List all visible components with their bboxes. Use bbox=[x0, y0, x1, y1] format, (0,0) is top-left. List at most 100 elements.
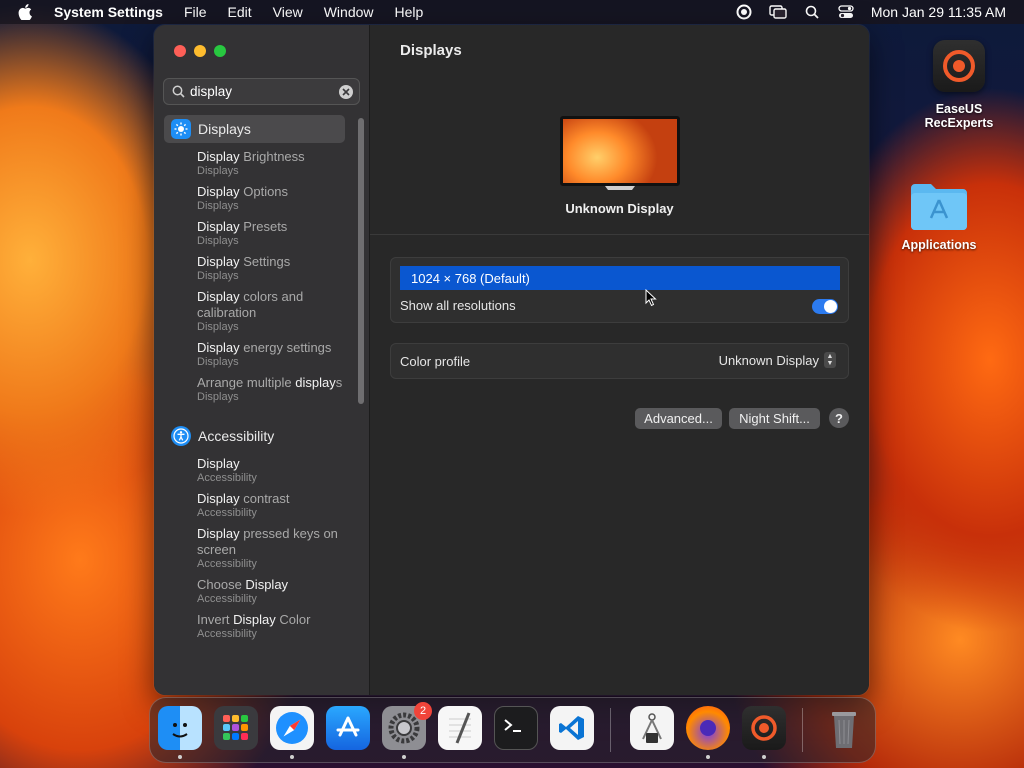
easeus-recexperts-icon bbox=[933, 40, 985, 92]
search-result-item[interactable]: Arrange multiple displays Displays bbox=[154, 375, 354, 404]
result-title-match: Display bbox=[197, 219, 240, 234]
help-button[interactable]: ? bbox=[829, 408, 849, 428]
color-profile-label: Color profile bbox=[400, 354, 471, 369]
control-center-icon[interactable] bbox=[835, 0, 857, 24]
result-title: Display Options bbox=[197, 184, 346, 200]
result-subtitle: Displays bbox=[197, 235, 239, 247]
clear-search-icon[interactable] bbox=[339, 85, 353, 99]
show-all-resolutions-toggle[interactable] bbox=[812, 299, 838, 314]
applications-folder-icon bbox=[909, 180, 969, 232]
dock-launchpad-icon[interactable] bbox=[214, 706, 258, 750]
search-result-item[interactable]: Display Settings Displays bbox=[154, 254, 354, 283]
mouse-cursor-icon bbox=[645, 288, 657, 312]
result-subtitle: Displays bbox=[197, 200, 239, 212]
result-subtitle: Displays bbox=[197, 165, 239, 177]
search-field[interactable] bbox=[163, 78, 360, 105]
result-title-prefix: Arrange multiple bbox=[197, 375, 296, 390]
search-result-item[interactable]: Display energy settings Displays bbox=[154, 340, 354, 369]
result-title-rest: Color bbox=[275, 612, 311, 627]
toggle-knob bbox=[824, 300, 837, 313]
recorder-status-icon[interactable] bbox=[733, 0, 755, 24]
result-title-match: Display bbox=[197, 289, 240, 304]
search-result-item[interactable]: Display contrast Accessibility bbox=[154, 491, 354, 520]
result-title-match: Display bbox=[197, 184, 240, 199]
advanced-button[interactable]: Advanced... bbox=[635, 408, 722, 429]
result-title: Display Presets bbox=[197, 219, 346, 235]
search-input[interactable] bbox=[190, 84, 330, 99]
result-title-match: Display bbox=[197, 340, 240, 355]
result-title: Arrange multiple displays bbox=[197, 375, 346, 391]
menu-window[interactable]: Window bbox=[324, 4, 374, 20]
menu-help[interactable]: Help bbox=[395, 4, 424, 20]
color-profile-popup[interactable]: Unknown Display ▲ ▼ bbox=[719, 352, 836, 368]
menu-view[interactable]: View bbox=[273, 4, 303, 20]
sidebar-category-accessibility[interactable]: Accessibility bbox=[164, 422, 345, 450]
result-subtitle: Displays bbox=[197, 391, 239, 403]
dock-utility-app-icon[interactable] bbox=[630, 706, 674, 750]
search-result-item[interactable]: Display colors and calibration Displays bbox=[154, 289, 354, 334]
menu-edit[interactable]: Edit bbox=[228, 4, 252, 20]
result-subtitle: Accessibility bbox=[197, 558, 257, 570]
search-result-item[interactable]: Choose Display Accessibility bbox=[154, 577, 354, 606]
dock-app-store-icon[interactable] bbox=[326, 706, 370, 750]
sidebar-scrollbar[interactable] bbox=[358, 118, 364, 404]
result-title: Display energy settings bbox=[197, 340, 346, 356]
resolution-panel: 1024 × 768 (Default) Show all resolution… bbox=[390, 257, 849, 323]
result-title-match: Display bbox=[197, 456, 240, 471]
dock-running-dot bbox=[178, 755, 182, 759]
search-result-item[interactable]: Display Presets Displays bbox=[154, 219, 354, 248]
desktop-applications-folder[interactable]: Applications bbox=[884, 180, 994, 252]
dock: 2 bbox=[149, 697, 876, 763]
display-preview[interactable] bbox=[560, 116, 680, 190]
dock-safari-icon[interactable] bbox=[270, 706, 314, 750]
window-controls bbox=[174, 45, 234, 57]
displays-category-icon bbox=[171, 119, 191, 139]
dock-terminal-icon[interactable] bbox=[494, 706, 538, 750]
resolution-option-selected[interactable]: 1024 × 768 (Default) bbox=[400, 266, 840, 290]
night-shift-button[interactable]: Night Shift... bbox=[729, 408, 820, 429]
screen-mirroring-icon[interactable] bbox=[767, 0, 789, 24]
dock-separator bbox=[802, 708, 803, 752]
displays-pane: Displays Unknown Display 1024 × 768 (Def… bbox=[370, 25, 869, 695]
result-title-rest: Options bbox=[239, 184, 289, 199]
dock-textedit-icon[interactable] bbox=[438, 706, 482, 750]
dock-vscode-icon[interactable] bbox=[550, 706, 594, 750]
result-title: Display contrast bbox=[197, 491, 346, 507]
system-settings-window: DisplaysDisplay BrightnessDisplaysDispla… bbox=[154, 25, 869, 695]
color-profile-panel: Color profile Unknown Display ▲ ▼ bbox=[390, 343, 849, 379]
result-title-prefix: Choose bbox=[197, 577, 246, 592]
menu-file[interactable]: File bbox=[184, 4, 207, 20]
minimize-window-button[interactable] bbox=[194, 45, 206, 57]
sidebar: DisplaysDisplay BrightnessDisplaysDispla… bbox=[154, 25, 370, 695]
dock-finder-icon[interactable] bbox=[158, 706, 202, 750]
sidebar-category-displays[interactable]: Displays bbox=[164, 115, 345, 143]
result-subtitle: Accessibility bbox=[197, 472, 257, 484]
search-result-item[interactable]: Display Brightness Displays bbox=[154, 149, 354, 178]
close-window-button[interactable] bbox=[174, 45, 186, 57]
desktop-easeus-recexperts[interactable]: EaseUS RecExperts bbox=[904, 40, 1014, 130]
dock-running-dot bbox=[706, 755, 710, 759]
menu-clock[interactable]: Mon Jan 29 11:35 AM bbox=[871, 4, 1006, 20]
result-title: Choose Display bbox=[197, 577, 346, 593]
result-title-match: Display bbox=[197, 254, 240, 269]
dock-system-settings-icon[interactable]: 2 bbox=[382, 702, 432, 750]
result-title: Display bbox=[197, 456, 346, 472]
result-title: Invert Display Color bbox=[197, 612, 346, 628]
zoom-window-button[interactable] bbox=[214, 45, 226, 57]
dock-trash-icon[interactable] bbox=[822, 706, 866, 750]
dock-firefox-icon[interactable] bbox=[686, 706, 730, 750]
result-title-match: Display bbox=[233, 612, 276, 627]
dock-easeus-icon[interactable] bbox=[742, 706, 786, 750]
spotlight-search-icon[interactable] bbox=[801, 0, 823, 24]
apple-menu-icon[interactable] bbox=[18, 4, 40, 20]
result-subtitle: Accessibility bbox=[197, 628, 257, 640]
menu-app-name[interactable]: System Settings bbox=[54, 4, 163, 20]
show-all-resolutions-label: Show all resolutions bbox=[400, 298, 516, 313]
search-result-item[interactable]: Display Options Displays bbox=[154, 184, 354, 213]
page-title: Displays bbox=[400, 42, 462, 59]
settings-badge: 2 bbox=[414, 702, 432, 720]
search-result-item[interactable]: Display Accessibility bbox=[154, 456, 354, 485]
search-result-item[interactable]: Invert Display Color Accessibility bbox=[154, 612, 354, 641]
dock-running-dot bbox=[290, 755, 294, 759]
search-result-item[interactable]: Display pressed keys on screen Accessibil… bbox=[154, 526, 354, 571]
